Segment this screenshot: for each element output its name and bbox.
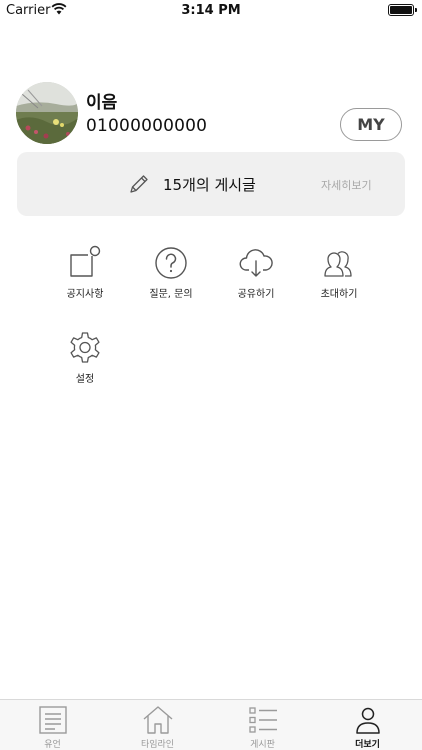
notice-icon [70,245,101,277]
avatar[interactable] [16,82,78,144]
menu-label: 공지사항 [66,289,104,300]
person-icon [356,707,380,734]
people-icon [324,251,352,277]
tab-label: 게시판 [250,740,275,750]
menu-label: 질문, 문의 [149,289,193,300]
avatar-photo [16,82,78,144]
post-count: 15개의 게시글 [163,176,256,194]
battery-icon [388,4,417,16]
question-icon [155,247,187,279]
menu-item-notice[interactable]: 공지사항 [50,245,120,309]
clock: 3:14 PM [181,3,241,18]
cloud-download-icon [239,249,273,277]
document-icon [39,706,67,734]
my-button[interactable]: MY [340,108,402,141]
tab-will[interactable]: 유언 [0,700,105,750]
list-icon [249,707,277,733]
menu-label: 설정 [75,374,95,385]
home-icon [143,706,173,734]
menu-item-settings[interactable]: 설정 [50,330,120,394]
menu-label: 초대하기 [320,289,358,300]
tab-board[interactable]: 게시판 [210,700,315,750]
tab-bar: 유언 타임라인 게시판 더보기 [0,699,422,750]
post-detail-link[interactable]: 자세히보기 [321,177,372,193]
gear-icon [70,332,100,363]
menu-item-share[interactable]: 공유하기 [221,245,291,309]
status-bar: Carrier 3:14 PM [0,0,422,22]
tab-label: 타임라인 [140,740,175,750]
menu-item-question[interactable]: 질문, 문의 [136,245,206,309]
tab-label: 유언 [44,740,61,750]
post-summary-card[interactable]: 15개의 게시글 자세히보기 [17,152,405,216]
tab-more[interactable]: 더보기 [315,700,420,750]
pencil-icon [130,175,148,193]
battery-fill [390,6,412,14]
tab-label: 더보기 [355,740,380,750]
tab-timeline[interactable]: 타임라인 [105,700,210,750]
menu-label: 공유하기 [237,289,275,300]
profile-phone: 01000000000 [86,116,208,136]
menu-item-invite[interactable]: 초대하기 [304,245,374,309]
profile-name: 이음 [86,93,118,113]
